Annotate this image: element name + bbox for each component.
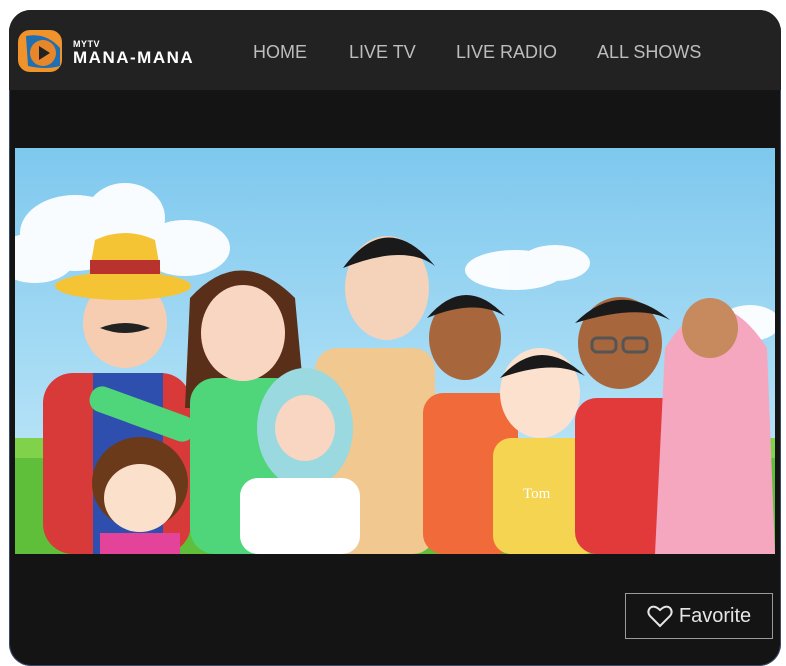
little-girl-character: [92, 437, 188, 554]
nav-live-tv[interactable]: LIVE TV: [349, 42, 416, 62]
favorite-button[interactable]: Favorite: [625, 593, 773, 639]
pink-hijab-character: [655, 298, 775, 554]
favorite-label: Favorite: [678, 604, 752, 627]
play-logo-icon[interactable]: [16, 26, 66, 76]
nav-home[interactable]: HOME: [253, 42, 307, 62]
app-frame: MYTV MANA-MANA HOME LIVE TV LIVE RADIO A…: [9, 10, 781, 666]
brand-name: MANA-MANA: [73, 48, 195, 67]
nav-live-radio[interactable]: LIVE RADIO: [456, 42, 557, 62]
cartoon-family-thumbnail: Tom: [15, 148, 775, 554]
top-navbar: MYTV MANA-MANA HOME LIVE TV LIVE RADIO A…: [9, 10, 781, 90]
heart-outline-icon: [647, 605, 673, 628]
brand-wordmark[interactable]: MYTV MANA-MANA: [73, 40, 194, 67]
tom-shirt-text: Tom: [523, 486, 551, 502]
nav-all-shows[interactable]: ALL SHOWS: [597, 42, 701, 62]
video-player[interactable]: Tom: [15, 148, 775, 554]
